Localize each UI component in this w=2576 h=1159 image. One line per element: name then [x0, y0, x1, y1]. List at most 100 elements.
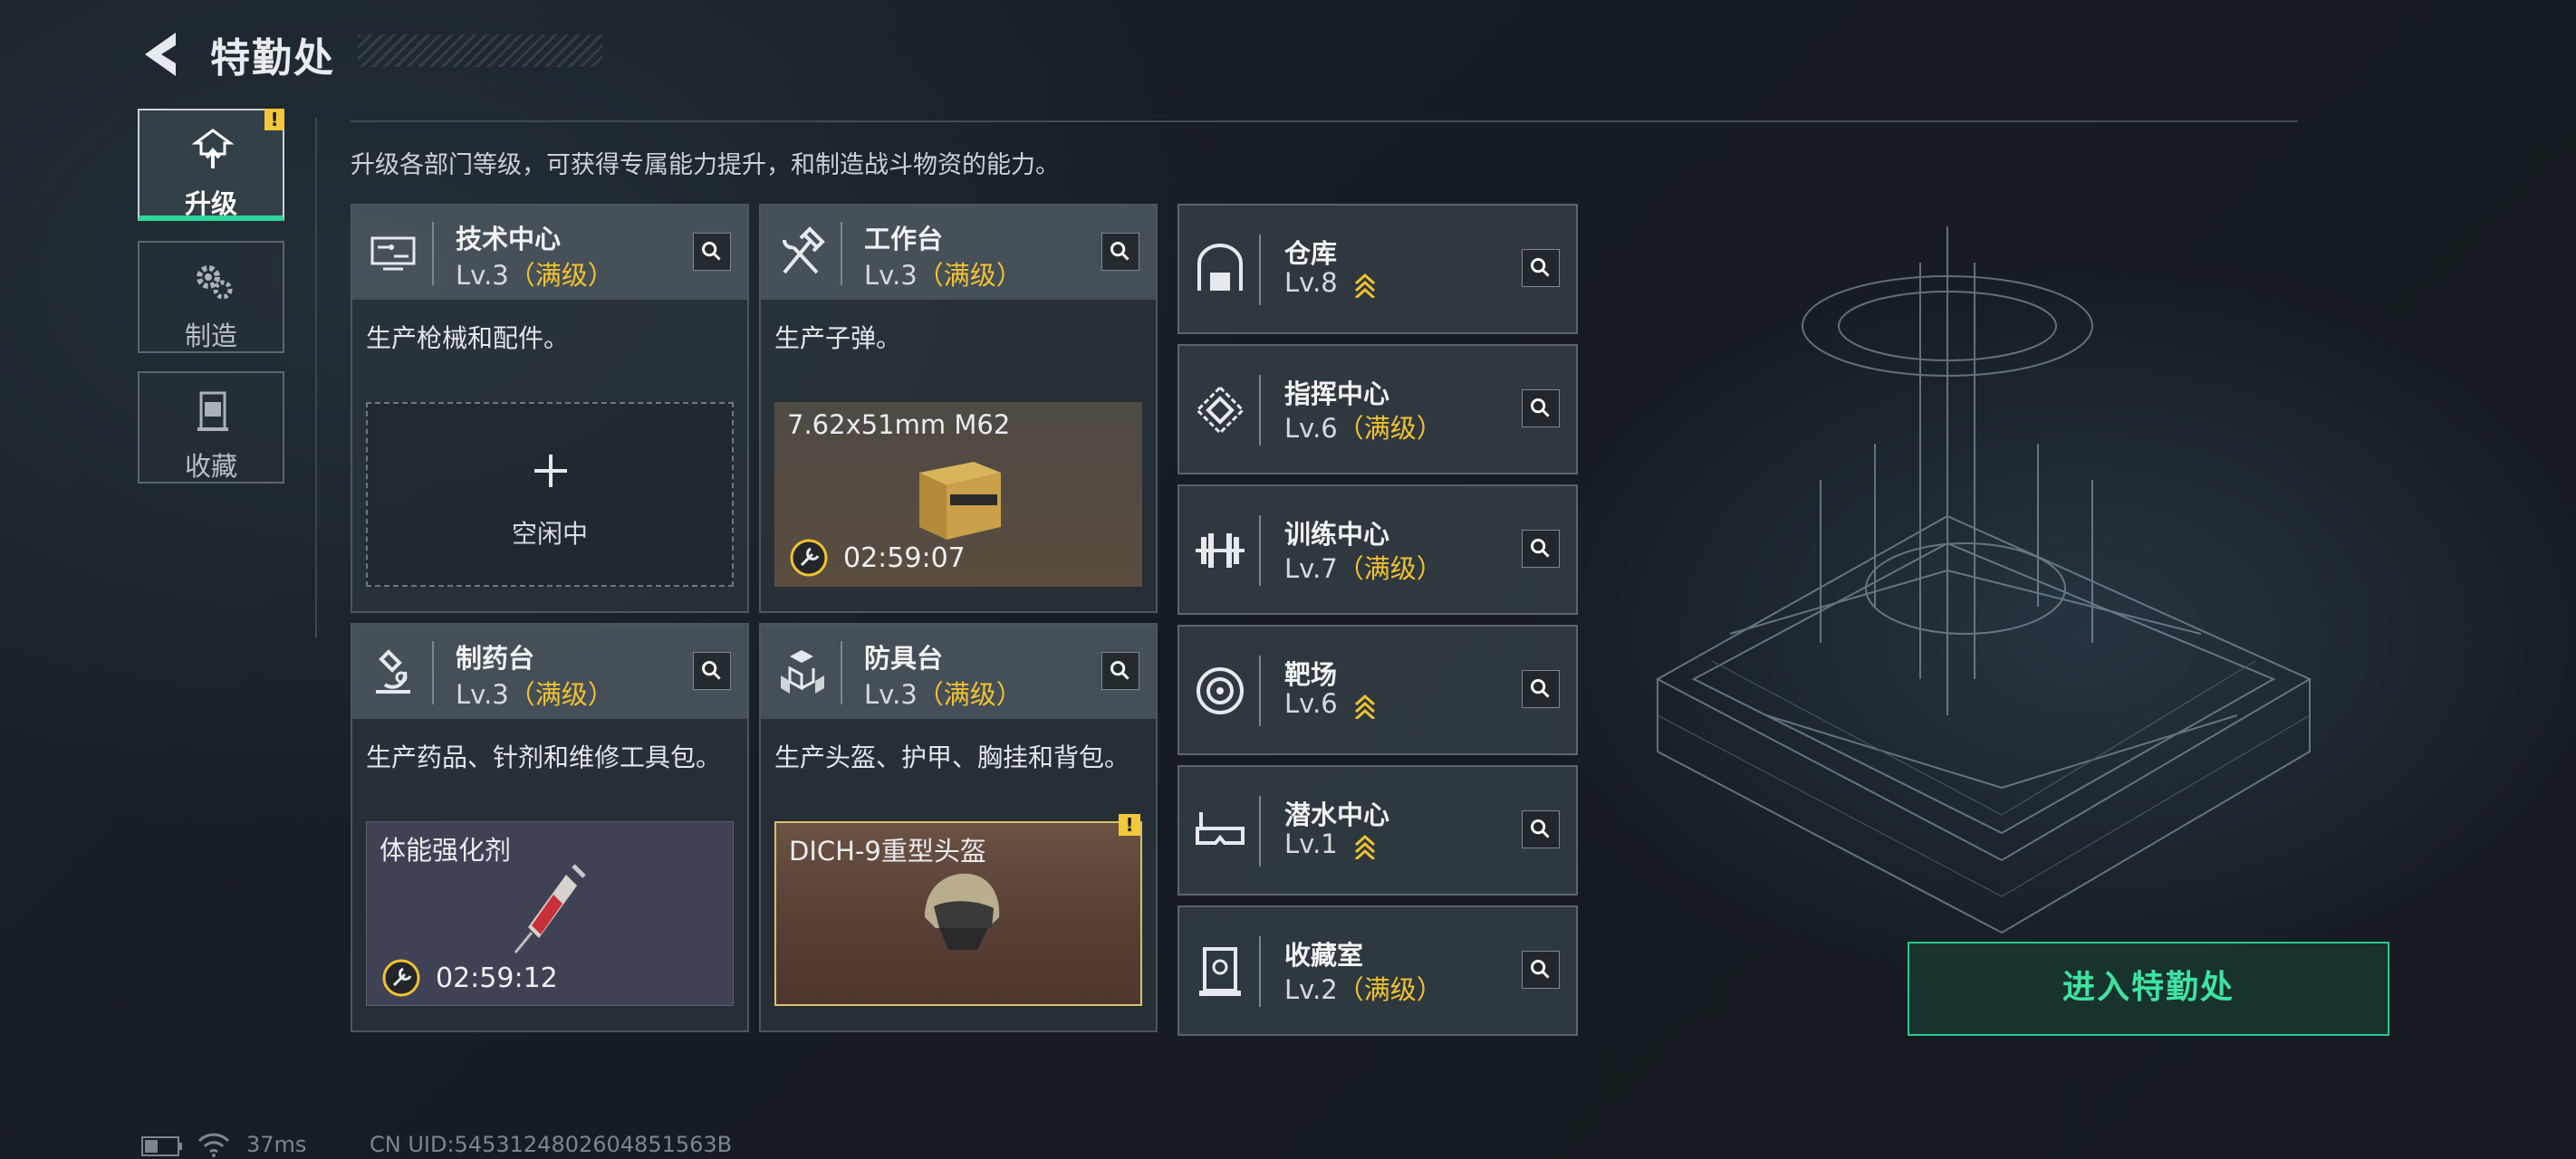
tab-label: 升级 — [184, 188, 237, 219]
facility-card-workbench[interactable]: 工作台 Lv.3（满级） 生产子弹。 7.62x51mm M62 02:59:0… — [759, 204, 1158, 613]
production-slot-empty[interactable]: 空闲中 — [366, 402, 734, 587]
helmet-icon — [925, 873, 1000, 950]
inspect-button[interactable] — [1522, 530, 1560, 568]
separator — [1259, 515, 1261, 586]
search-icon — [1531, 819, 1550, 838]
upgrade-chevrons-icon — [1354, 273, 1375, 298]
room-name: 潜水中心 — [1284, 800, 1390, 830]
room-card-diving-center[interactable]: 潜水中心 Lv.1 — [1177, 765, 1578, 896]
command-center-icon — [1195, 385, 1245, 436]
microscope-icon — [376, 649, 410, 694]
separator — [432, 641, 434, 704]
search-icon — [1531, 539, 1550, 558]
gear-icon — [197, 265, 233, 300]
facility-name: 制药台 — [456, 643, 535, 674]
facility-description: 生产药品、针剂和维修工具包。 — [366, 742, 722, 772]
upgrade-chevrons-icon — [1354, 834, 1375, 859]
separator — [841, 222, 842, 285]
search-icon — [702, 242, 721, 261]
facility-card-pharmacy[interactable]: 制药台 Lv.3（满级） 生产药品、针剂和维修工具包。 体能强化剂 02:59:… — [351, 623, 749, 1032]
inspect-button[interactable] — [693, 233, 731, 271]
battery-icon — [141, 1136, 182, 1156]
divider — [351, 120, 2298, 122]
facility-level: Lv.3（满级） — [456, 260, 614, 291]
warehouse-icon — [1197, 244, 1243, 291]
room-card-command-center[interactable]: 指挥中心 Lv.6（满级） — [1177, 344, 1578, 474]
production-slot[interactable]: 体能强化剂 02:59:12 — [366, 821, 734, 1006]
card-header: 技术中心 Lv.3（满级） — [352, 206, 747, 300]
hammer-wrench-icon — [783, 226, 825, 274]
search-icon — [1110, 242, 1129, 261]
room-level: Lv.7（满级） — [1284, 553, 1443, 584]
room-level: Lv.1 — [1284, 829, 1377, 859]
room-level: Lv.2（满级） — [1284, 974, 1443, 1005]
room-card-warehouse[interactable]: 仓库 Lv.8 — [1177, 204, 1578, 334]
syringe-icon — [514, 864, 586, 953]
room-name: 仓库 — [1284, 238, 1338, 269]
inspect-button[interactable] — [1101, 233, 1139, 271]
plus-icon — [534, 455, 567, 487]
room-name: 收藏室 — [1284, 940, 1364, 971]
diving-mask-icon — [1196, 812, 1245, 845]
facility-wireframe-illustration — [1655, 226, 2312, 934]
slot-status: 空闲中 — [511, 519, 588, 549]
wifi-icon — [197, 1133, 230, 1157]
alert-badge: ! — [264, 109, 284, 130]
tab-label: 制造 — [184, 321, 237, 351]
separator — [1259, 656, 1261, 726]
tab-upgrade[interactable]: 升级 ! — [138, 109, 284, 221]
room-name: 靶场 — [1284, 659, 1338, 690]
search-icon — [1531, 960, 1550, 979]
section-description: 升级各部门等级，可获得专属能力提升，和制造战斗物资的能力。 — [351, 151, 1060, 179]
inspect-button[interactable] — [693, 652, 731, 690]
room-level: Lv.6 — [1284, 688, 1377, 719]
trophy-icon — [197, 391, 228, 431]
ping-readout: 37ms — [246, 1132, 307, 1157]
inspect-button[interactable] — [1522, 249, 1560, 287]
dumbbell-icon — [1196, 533, 1245, 568]
separator — [1259, 796, 1261, 867]
room-card-shooting-range[interactable]: 靶场 Lv.6 — [1177, 625, 1578, 755]
upgrade-icon — [191, 129, 235, 168]
facility-name: 防具台 — [864, 643, 944, 674]
facility-level: Lv.3（满级） — [864, 260, 1023, 291]
collection-room-icon — [1199, 947, 1241, 996]
inspect-button[interactable] — [1522, 951, 1560, 989]
tab-collection[interactable]: 收藏 — [138, 371, 284, 484]
separator — [1259, 235, 1261, 305]
facility-name: 工作台 — [864, 224, 944, 254]
facility-card-tech-center[interactable]: 技术中心 Lv.3（满级） 生产枪械和配件。 空闲中 — [351, 204, 749, 613]
tech-center-icon — [370, 236, 416, 271]
room-card-training-center[interactable]: 训练中心 Lv.7（满级） — [1177, 484, 1578, 615]
facility-name: 技术中心 — [456, 224, 562, 254]
production-timer: 02:59:07 — [843, 542, 966, 574]
tab-craft[interactable]: 制造 — [138, 241, 284, 353]
card-header: 制药台 Lv.3（满级） — [352, 625, 747, 719]
ammo-box-icon — [919, 462, 1001, 540]
room-card-collection-room[interactable]: 收藏室 Lv.2（满级） — [1177, 905, 1578, 1036]
wrench-timer-icon — [382, 959, 420, 997]
user-uid: CN UID:5453124802604851563B — [370, 1132, 733, 1157]
inspect-button[interactable] — [1522, 389, 1560, 427]
facility-card-armor-bench[interactable]: 防具台 Lv.3（满级） 生产头盔、护甲、胸挂和背包。 ! DICH-9重型头盔 — [759, 623, 1158, 1032]
production-timer: 02:59:12 — [436, 963, 558, 994]
wrench-timer-icon — [790, 539, 828, 577]
separator — [1259, 375, 1261, 445]
production-slot[interactable]: 7.62x51mm M62 02:59:07 — [774, 402, 1142, 587]
target-icon — [1197, 667, 1244, 714]
facility-level: Lv.3（满级） — [456, 679, 614, 710]
search-icon — [1531, 679, 1550, 698]
inspect-button[interactable] — [1522, 670, 1560, 708]
room-name: 训练中心 — [1284, 519, 1390, 550]
inspect-button[interactable] — [1522, 810, 1560, 848]
production-slot-complete[interactable]: ! DICH-9重型头盔 — [774, 814, 1142, 1006]
inspect-button[interactable] — [1101, 652, 1139, 690]
back-arrow-icon[interactable] — [136, 27, 190, 81]
separator — [432, 222, 434, 285]
room-level: Lv.8 — [1284, 267, 1377, 298]
armor-blocks-icon — [781, 650, 824, 694]
product-name: 体能强化剂 — [380, 835, 512, 866]
tab-label: 收藏 — [184, 451, 237, 482]
alert-badge: ! — [1119, 814, 1140, 836]
enter-special-ops-button[interactable]: 进入特勤处 — [1908, 942, 2389, 1036]
